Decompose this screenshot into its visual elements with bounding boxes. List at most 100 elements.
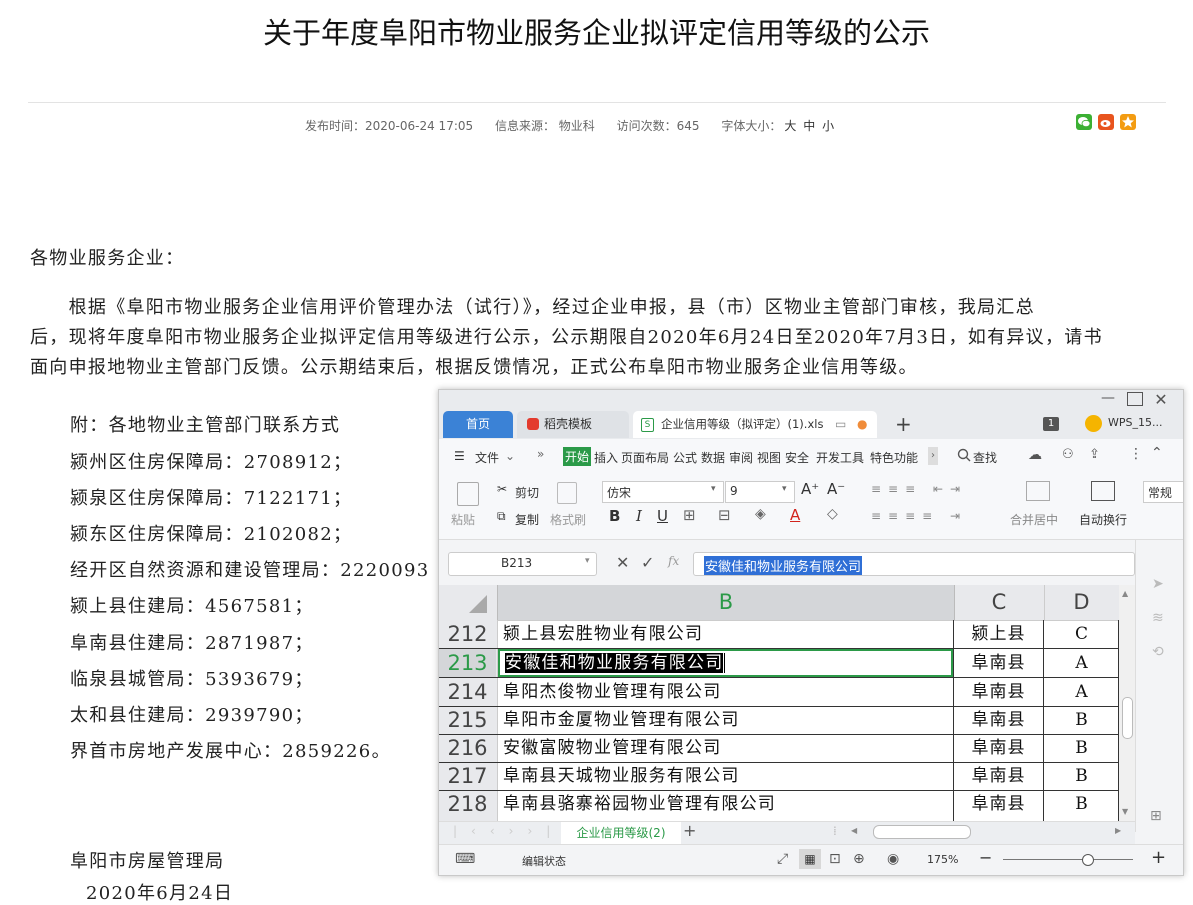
zoom-out-button[interactable]: − bbox=[979, 848, 992, 867]
menu-file[interactable]: 文件 bbox=[475, 449, 499, 466]
bold-button[interactable]: B bbox=[609, 507, 620, 525]
increase-font-icon[interactable]: A⁺ bbox=[801, 480, 819, 498]
scroll-up-icon[interactable]: ▲ bbox=[1122, 589, 1128, 598]
scroll-left-icon[interactable]: ◀ bbox=[851, 826, 857, 835]
cell-company[interactable]: 阜阳市金厦物业管理有限公司 bbox=[498, 706, 958, 734]
row-number[interactable]: 214 bbox=[439, 678, 496, 706]
font-small-link[interactable]: 小 bbox=[822, 119, 834, 133]
row-number[interactable]: 217 bbox=[439, 762, 496, 790]
selected-cell[interactable]: 安徽佳和物业服务有限公司 bbox=[498, 649, 953, 677]
search-label[interactable]: 查找 bbox=[973, 449, 997, 466]
hamburger-icon[interactable]: ☰ bbox=[454, 449, 465, 463]
qzone-share-icon[interactable] bbox=[1120, 114, 1136, 130]
table-row[interactable]: 216 安徽富陂物业管理有限公司 阜南县 B bbox=[439, 734, 1119, 763]
menu-start[interactable]: 开始 bbox=[563, 447, 592, 466]
sheet-grid[interactable]: B C D 212 颍上县宏胜物业有限公司 颍上县 C 213 安徽佳和物业服务… bbox=[439, 585, 1119, 821]
confirm-edit-icon[interactable]: ✓ bbox=[641, 553, 654, 572]
avatar[interactable] bbox=[1085, 415, 1102, 432]
menu-insert[interactable]: 插入 bbox=[594, 449, 618, 466]
column-header-b[interactable]: B bbox=[497, 585, 955, 620]
font-medium-link[interactable]: 中 bbox=[803, 119, 815, 133]
align-horizontal-icons[interactable]: ≡≡≡≡ ⇥ bbox=[871, 509, 967, 523]
close-button[interactable]: ✕ bbox=[1152, 390, 1170, 409]
merge-icon[interactable] bbox=[1026, 481, 1050, 501]
pointer-icon[interactable]: ➤ bbox=[1152, 576, 1164, 592]
cell-company[interactable]: 安徽富陂物业管理有限公司 bbox=[498, 734, 958, 762]
tab-splitter[interactable]: ⁞ bbox=[833, 824, 837, 838]
cell-grade[interactable]: B bbox=[1044, 790, 1119, 818]
cancel-edit-icon[interactable]: ✕ bbox=[616, 553, 629, 572]
table-row[interactable]: 214 阜阳杰俊物业管理有限公司 阜南县 A bbox=[439, 678, 1119, 707]
cell-county[interactable]: 阜南县 bbox=[954, 762, 1043, 790]
copy-icon[interactable]: ⧉ bbox=[497, 509, 506, 524]
wrap-text-button[interactable]: 自动换行 bbox=[1079, 511, 1127, 528]
select-all-corner[interactable] bbox=[439, 585, 497, 620]
menu-security[interactable]: 安全 bbox=[785, 449, 809, 466]
more-icon[interactable]: ⋮ bbox=[1129, 446, 1143, 462]
new-tab-button[interactable]: + bbox=[895, 412, 912, 436]
weibo-share-icon[interactable] bbox=[1098, 114, 1114, 130]
table-row[interactable]: 215 阜阳市金厦物业管理有限公司 阜南县 B bbox=[439, 706, 1119, 735]
cell-style-icon[interactable]: ⊟ bbox=[718, 506, 731, 524]
row-number[interactable]: 215 bbox=[439, 706, 496, 734]
cell-grade[interactable]: B bbox=[1044, 706, 1119, 734]
minimize-button[interactable]: — bbox=[1099, 391, 1117, 406]
maximize-button[interactable] bbox=[1127, 392, 1143, 406]
scroll-thumb[interactable] bbox=[1122, 697, 1133, 739]
add-sheet-button[interactable]: + bbox=[683, 821, 696, 840]
formula-input[interactable]: 安徽佳和物业服务有限公司 bbox=[693, 552, 1135, 576]
zoom-in-button[interactable]: + bbox=[1151, 847, 1166, 868]
zoom-slider[interactable] bbox=[1003, 859, 1133, 860]
menu-page-layout[interactable]: 页面布局 bbox=[621, 449, 669, 466]
search-icon[interactable] bbox=[957, 448, 971, 465]
menu-developer[interactable]: 开发工具 bbox=[816, 449, 864, 466]
read-mode-icon[interactable]: ⊕ bbox=[853, 851, 865, 867]
align-top-icons[interactable]: ≡≡≡ ⇤⇥ bbox=[871, 482, 967, 496]
table-row[interactable]: 218 阜南县骆寨裕园物业管理有限公司 阜南县 B bbox=[439, 790, 1119, 818]
collapse-ribbon-icon[interactable]: ⌃ bbox=[1151, 445, 1163, 461]
name-box[interactable]: B213 ▾ bbox=[448, 552, 597, 576]
cell-company[interactable]: 阜阳杰俊物业管理有限公司 bbox=[498, 678, 958, 706]
format-painter-icon[interactable] bbox=[557, 482, 577, 504]
vertical-scrollbar[interactable]: ▲ ▼ bbox=[1119, 585, 1135, 821]
page-break-icon[interactable]: ⊡ bbox=[829, 851, 841, 867]
font-size-select[interactable]: 9 ▾ bbox=[725, 481, 795, 503]
wechat-share-icon[interactable] bbox=[1076, 114, 1092, 130]
eye-protect-icon[interactable]: ◉ bbox=[887, 851, 899, 867]
table-row[interactable]: 213 安徽佳和物业服务有限公司 阜南县 A bbox=[439, 649, 1119, 678]
column-header-d[interactable]: D bbox=[1044, 585, 1119, 620]
cell-county[interactable]: 颍上县 bbox=[954, 620, 1043, 648]
italic-button[interactable]: I bbox=[636, 507, 642, 525]
cloud-icon[interactable]: ☁ bbox=[1028, 447, 1042, 463]
share-icon[interactable]: ⇪ bbox=[1089, 447, 1100, 462]
cell-grade[interactable]: C bbox=[1044, 620, 1119, 648]
cell-grade[interactable]: A bbox=[1044, 649, 1119, 677]
menu-data[interactable]: 数据 bbox=[701, 449, 725, 466]
fx-icon[interactable]: fx bbox=[668, 554, 679, 568]
paste-icon[interactable] bbox=[457, 482, 479, 506]
eraser-icon[interactable]: ◇ bbox=[827, 506, 838, 522]
merge-center-button[interactable]: 合并居中 bbox=[1010, 511, 1058, 528]
wrap-icon[interactable] bbox=[1091, 481, 1115, 501]
fill-color-icon[interactable]: ◈ bbox=[755, 506, 766, 522]
table-row[interactable]: 212 颍上县宏胜物业有限公司 颍上县 C bbox=[439, 620, 1119, 649]
menu-formula[interactable]: 公式 bbox=[673, 449, 697, 466]
table-row[interactable]: 217 阜南县天城物业服务有限公司 阜南县 B bbox=[439, 762, 1119, 791]
cell-county[interactable]: 阜南县 bbox=[954, 790, 1043, 818]
cut-button[interactable]: 剪切 bbox=[515, 484, 539, 501]
format-painter-button[interactable]: 格式刷 bbox=[550, 511, 586, 528]
cell-company[interactable]: 颍上县宏胜物业有限公司 bbox=[498, 620, 958, 648]
cell-county[interactable]: 阜南县 bbox=[954, 734, 1043, 762]
grid-view-icon[interactable]: ⊞ bbox=[1150, 808, 1162, 824]
share-user-icon[interactable]: ⚇ bbox=[1062, 447, 1074, 462]
decrease-font-icon[interactable]: A⁻ bbox=[827, 480, 845, 498]
scroll-down-icon[interactable]: ▼ bbox=[1122, 807, 1128, 816]
underline-button[interactable]: U bbox=[657, 507, 668, 525]
menu-features[interactable]: 特色功能 bbox=[870, 449, 918, 466]
settings-sliders-icon[interactable]: ≋ bbox=[1152, 610, 1164, 626]
horizontal-scroll-thumb[interactable] bbox=[873, 825, 971, 839]
font-large-link[interactable]: 大 bbox=[784, 119, 796, 133]
copy-button[interactable]: 复制 bbox=[515, 511, 539, 528]
cut-icon[interactable]: ✂ bbox=[497, 482, 507, 496]
tab-template[interactable]: 稻壳模板 bbox=[517, 411, 629, 438]
